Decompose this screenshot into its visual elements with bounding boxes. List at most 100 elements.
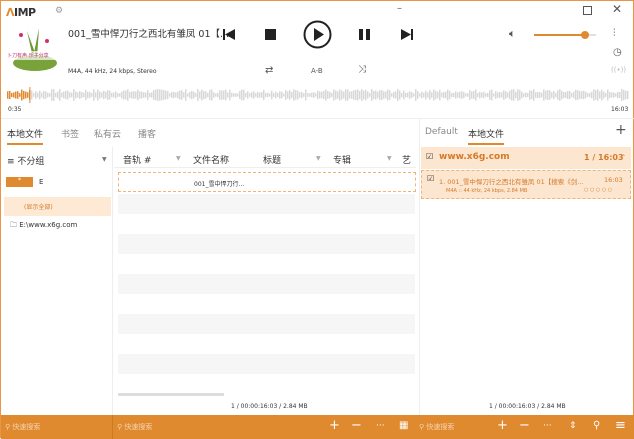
tab-bookmarks[interactable]: 书签 [61,127,79,140]
waveform-bar [485,93,487,96]
waveform-bar [347,90,349,101]
waveform-bar [593,89,595,100]
column-filename[interactable]: 文件名称 [193,153,229,166]
minimize-button[interactable]: – [397,3,402,14]
filter-badge[interactable]: * [6,177,33,187]
sort-icon[interactable]: ⇕ [569,419,577,433]
scheduler-clock-icon[interactable]: ◷ [613,47,622,58]
add-button[interactable]: + [329,419,340,433]
add-playlist-button[interactable]: + [615,122,627,138]
volume-slider[interactable] [534,34,596,36]
menu-icon: ≡ [7,157,17,167]
pause-button[interactable] [359,29,370,40]
broadcast-icon[interactable]: ((•)) [611,66,626,74]
waveform-bar [333,89,335,100]
waveform-bar [417,91,419,99]
tab-podcasts[interactable]: 播客 [138,127,156,140]
aimp-logo: ΛIMP [6,6,36,19]
waveform-bar [231,93,233,98]
waveform-bar [205,91,207,98]
checkbox[interactable]: ☑ [426,152,433,161]
waveform-bar [529,90,531,100]
library-search-input[interactable]: ⚲ 快速搜索 [5,422,40,432]
playlist-search-input[interactable]: ⚲ 快速搜索 [419,422,454,432]
waveform-bar [323,91,325,99]
waveform-bar [465,93,467,96]
table-row[interactable]: 001_雪中悍刀行... [118,172,416,192]
playlist-more-button[interactable]: ··· [543,419,552,433]
more-button[interactable]: ··· [376,419,385,433]
waveform-bar [555,93,557,97]
volume-icon[interactable]: 🔈︎ [509,27,516,41]
tab-private-cloud[interactable]: 私有云 [94,127,121,140]
tree-item-e[interactable]: E [39,178,43,186]
play-button[interactable] [303,20,332,49]
waveform-bar [613,92,615,97]
maximize-button[interactable] [583,6,592,15]
repeat-icon[interactable]: ⇄ [265,65,273,76]
waveform-bar [89,92,91,98]
shuffle-icon[interactable]: ⤨ [358,64,366,75]
remove-button[interactable]: − [351,419,362,433]
waveform-seekbar[interactable] [7,87,629,103]
waveform-bar [379,90,381,100]
tree-item-show-all[interactable]: (显示全部) [4,197,111,216]
waveform-bar [149,93,151,97]
waveform-bar [503,90,505,100]
rating-stars[interactable]: ○ ○ ○ ○ ○ [584,187,612,193]
waveform-bar [59,89,61,101]
waveform-bar [385,92,387,99]
previous-button[interactable] [223,29,235,40]
column-artist[interactable]: 艺 [402,153,411,166]
waveform-bar [133,91,135,98]
waveform-bar [367,92,369,99]
grouping-dropdown[interactable]: ≡ 不分组 [7,154,44,167]
horizontal-scrollbar[interactable] [118,393,224,396]
settings-gear-icon[interactable]: ⚙ [55,6,63,16]
playlist-add-button[interactable]: + [497,419,508,433]
waveform-bar [223,91,225,100]
playlist-tab-local-files[interactable]: 本地文件 [468,127,504,145]
tab-local-files[interactable]: 本地文件 [7,127,43,145]
column-track[interactable]: 音轨 # [123,153,151,166]
grid-view-icon[interactable]: ▦ [399,419,408,433]
waveform-bar [83,93,85,97]
waveform-bar [207,93,209,97]
stop-button[interactable] [265,29,276,40]
waveform-bar [495,91,497,99]
waveform-bar [55,93,57,97]
waveform-bar [569,91,571,99]
playlist-remove-button[interactable]: − [519,419,530,433]
close-button[interactable]: ✕ [612,2,622,16]
waveform-bar [599,91,601,98]
waveform-bar [25,92,27,99]
playlist-tab-default[interactable]: Default [425,127,458,137]
menu-icon[interactable]: ≡ [615,419,626,433]
equalizer-icon[interactable]: ⫶ [613,28,616,39]
tree-item-folder[interactable]: 🗀︎ E:\www.x6g.com [10,221,77,232]
column-title[interactable]: 标题 [263,153,281,166]
waveform-bar [611,92,613,97]
table-search-input[interactable]: ⚲ 快速搜索 [117,422,152,432]
waveform-bar [213,92,215,97]
waveform-bar [597,89,599,100]
waveform-bar [153,90,155,100]
playlist-group-header[interactable]: ☑ www.x6g.com 1 / 16:03 ⌃ [421,147,631,169]
waveform-bar [307,93,309,97]
ab-repeat-button[interactable]: A-B [311,67,323,75]
waveform-bar [291,92,293,98]
waveform-bar [345,89,347,101]
checkbox[interactable]: ☑ [427,174,434,183]
column-album[interactable]: 专辑 [333,153,351,166]
waveform-bar [421,92,423,99]
waveform-bar [419,93,421,96]
waveform-bar [33,93,35,97]
waveform-bar [609,92,611,98]
collapse-icon[interactable]: ⌃ [621,154,626,161]
next-button[interactable] [401,29,413,40]
search-icon[interactable]: ⚲ [593,419,600,433]
waveform-bar [603,92,605,99]
playlist-item[interactable]: ☑ 1. 001_雪中悍刀行之西北有雏凤 01【搜索《剑... 16:03 M4… [421,170,631,199]
total-time: 16:03 [611,106,628,113]
chevron-down-icon[interactable]: ▼ [102,156,107,163]
